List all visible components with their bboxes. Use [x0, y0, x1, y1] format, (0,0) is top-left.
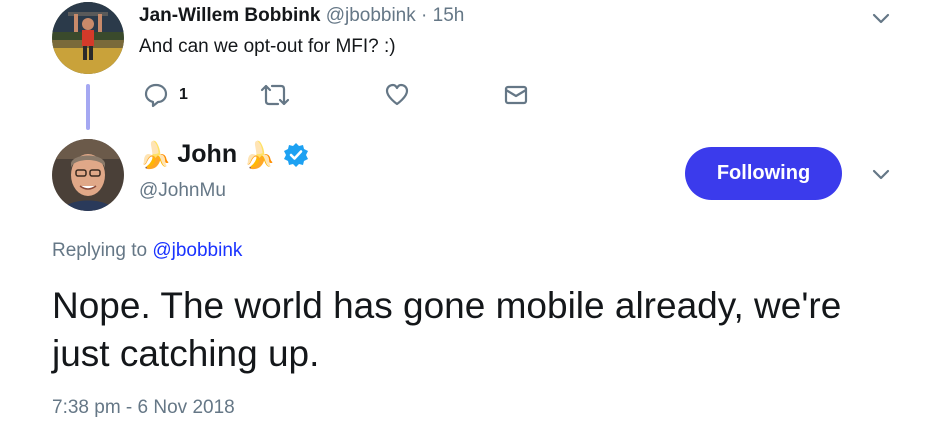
verified-badge-icon: [283, 142, 309, 168]
main-author-handle[interactable]: @JohnMu: [139, 180, 226, 202]
banana-emoji-icon: 🍌: [243, 139, 276, 170]
following-button[interactable]: Following: [685, 147, 842, 200]
main-tweet-timestamp[interactable]: 7:38 pm - 6 Nov 2018: [52, 397, 235, 419]
retweet-action-button[interactable]: [260, 82, 290, 108]
banana-emoji-icon: 🍌: [139, 139, 172, 170]
reply-meta-separator: ·: [421, 5, 428, 26]
main-tweet-text: Nope. The world has gone mobile already,…: [52, 285, 842, 374]
reply-count: 1: [179, 86, 188, 103]
like-action-button[interactable]: [384, 82, 410, 108]
main-author-name[interactable]: John: [177, 140, 237, 169]
dm-action-button[interactable]: [503, 82, 529, 108]
retweet-icon: [260, 84, 290, 106]
replying-to-handle-link[interactable]: @jbobbink: [152, 240, 242, 261]
reply-bubble-icon: [144, 83, 168, 108]
replying-to-label: Replying to: [52, 240, 148, 261]
reply-author-name[interactable]: Jan-Willem Bobbink: [139, 5, 320, 26]
reply-header: Jan-Willem Bobbink @jbobbink · 15h: [139, 5, 464, 27]
envelope-icon: [504, 85, 528, 105]
heart-icon: [385, 83, 409, 106]
reply-action-button[interactable]: 1: [143, 82, 188, 108]
main-author-avatar[interactable]: [52, 139, 124, 211]
main-more-chevron-down-icon[interactable]: [870, 164, 892, 186]
replying-to-line: Replying to @jbobbink: [52, 240, 242, 262]
reply-more-chevron-down-icon[interactable]: [870, 8, 892, 30]
tweet-thread: Jan-Willem Bobbink @jbobbink · 15h And c…: [0, 0, 938, 428]
main-author-display-name[interactable]: 🍌 John 🍌: [139, 140, 309, 169]
reply-tweet-text: And can we opt-out for MFI? :): [139, 36, 396, 57]
reply-author-avatar[interactable]: [52, 2, 124, 74]
reply-time-ago[interactable]: 15h: [433, 5, 465, 26]
reply-author-handle[interactable]: @jbobbink: [326, 5, 416, 26]
reply-action-bar: 1: [0, 82, 938, 112]
